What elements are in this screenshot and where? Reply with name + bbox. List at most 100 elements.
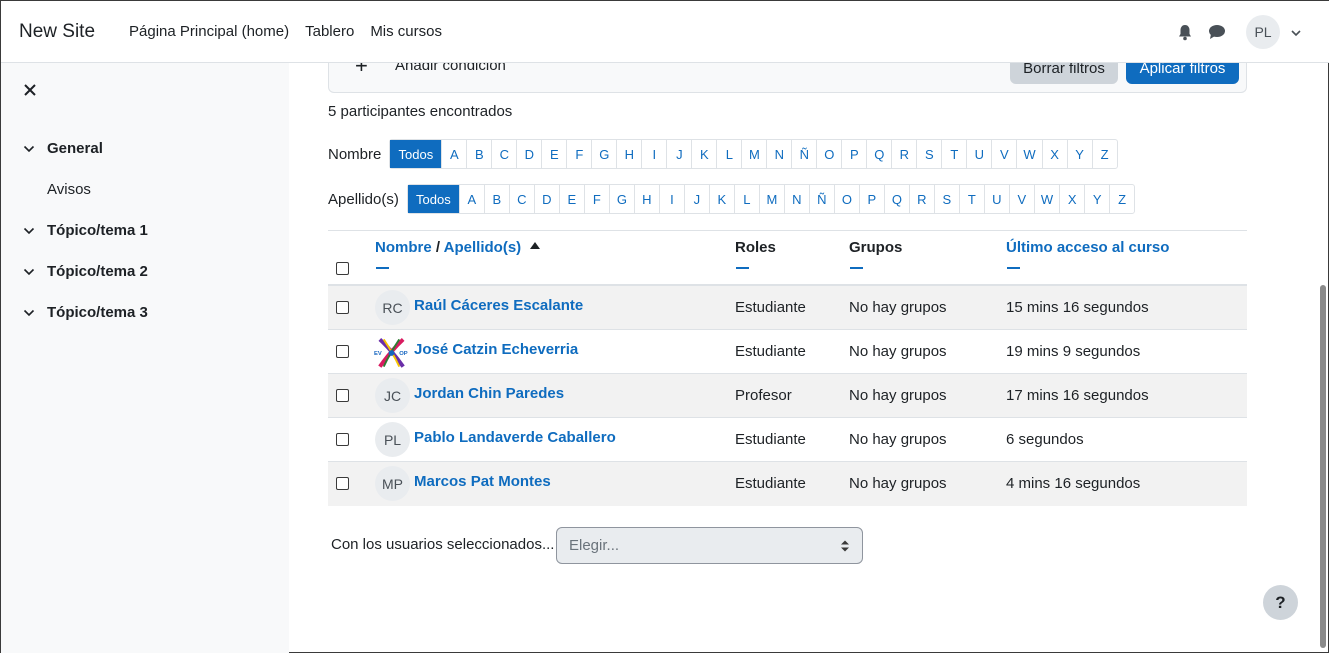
column-header-last-access[interactable]: Último acceso al curso [1006, 239, 1169, 256]
last-name-initial-letter[interactable]: Ñ [808, 185, 834, 213]
role-cell[interactable]: Estudiante [735, 343, 806, 360]
last-name-initial-letter[interactable]: N [783, 185, 809, 213]
last-name-initial-letter[interactable]: D [533, 185, 559, 213]
last-name-initial-all[interactable]: Todos [407, 185, 459, 213]
first-name-initial-letter[interactable]: X [1041, 140, 1067, 168]
last-name-initial-letter[interactable]: Y [1084, 185, 1109, 213]
row-checkbox[interactable] [336, 345, 349, 358]
last-name-initial-letter[interactable]: I [658, 185, 684, 213]
first-name-initial-letter[interactable]: H [616, 140, 641, 168]
first-name-initial-letter[interactable]: V [991, 140, 1016, 168]
participant-name-link[interactable]: Marcos Pat Montes [414, 473, 551, 490]
nav-link-my-courses[interactable]: Mis cursos [370, 23, 442, 40]
page-scrollbar[interactable] [1318, 63, 1326, 653]
help-button[interactable]: ? [1263, 585, 1298, 620]
last-name-initial-letter[interactable]: J [683, 185, 709, 213]
first-name-initial-letter[interactable]: P [841, 140, 866, 168]
drawer-section-general[interactable]: General [23, 140, 103, 157]
last-name-initial-letter[interactable]: B [483, 185, 509, 213]
first-name-initial-letter[interactable]: Y [1066, 140, 1092, 168]
role-cell[interactable]: Estudiante [735, 475, 806, 492]
last-name-initial-letter[interactable]: Q [883, 185, 909, 213]
sort-by-first-name[interactable]: Nombre [375, 239, 432, 256]
first-name-initial-letter[interactable]: N [766, 140, 791, 168]
participant-name-link[interactable]: Pablo Landaverde Caballero [414, 429, 616, 446]
nav-link-home[interactable]: Página Principal (home) [129, 23, 289, 40]
scrollbar-thumb[interactable] [1320, 285, 1326, 648]
first-name-initial-letter[interactable]: E [541, 140, 566, 168]
bell-icon[interactable] [1176, 23, 1194, 41]
first-name-initial-all[interactable]: Todos [390, 140, 442, 168]
first-name-initial-letter[interactable]: K [691, 140, 716, 168]
first-name-initial-letter[interactable]: I [641, 140, 666, 168]
first-name-initial-letter[interactable]: M [741, 140, 766, 168]
last-name-initial-letter[interactable]: P [858, 185, 884, 213]
first-name-initial-letter[interactable]: Q [866, 140, 891, 168]
chat-icon[interactable] [1208, 23, 1226, 41]
user-avatar[interactable]: PL [1246, 15, 1280, 49]
participant-name-link[interactable]: José Catzin Echeverria [414, 341, 578, 358]
first-name-initial-letter[interactable]: D [516, 140, 541, 168]
last-name-initial-letter[interactable]: U [983, 185, 1009, 213]
first-name-initial-letter[interactable]: F [566, 140, 591, 168]
sort-by-last-name[interactable]: Apellido(s) [444, 239, 522, 256]
chevron-down-icon[interactable] [1290, 26, 1302, 38]
bulk-action-select[interactable]: Elegir... [556, 527, 863, 564]
first-name-initial-letter[interactable]: S [916, 140, 941, 168]
last-name-initial-letter[interactable]: S [933, 185, 959, 213]
first-name-initial-letter[interactable]: T [941, 140, 966, 168]
last-name-initial-letter[interactable]: G [608, 185, 634, 213]
close-icon[interactable] [23, 83, 37, 97]
last-name-initial-letter[interactable]: Z [1109, 185, 1134, 213]
row-checkbox[interactable] [336, 477, 349, 490]
drawer-section-topic-2[interactable]: Tópico/tema 2 [23, 263, 148, 280]
first-name-initial-letter[interactable]: Z [1091, 140, 1117, 168]
first-name-initial-letter[interactable]: Ñ [791, 140, 816, 168]
role-cell[interactable]: Profesor [735, 387, 792, 404]
participant-name-link[interactable]: Raúl Cáceres Escalante [414, 297, 583, 314]
first-name-initial-letter[interactable]: B [466, 140, 491, 168]
last-name-initial-letter[interactable]: V [1008, 185, 1034, 213]
first-name-initial-letter[interactable]: L [716, 140, 741, 168]
row-checkbox[interactable] [336, 301, 349, 314]
hide-column-name[interactable] [376, 267, 389, 269]
last-name-initial-letter[interactable]: X [1059, 185, 1084, 213]
last-name-initial-letter[interactable]: H [633, 185, 659, 213]
last-name-initial-letter[interactable]: R [908, 185, 934, 213]
first-name-initial-letter[interactable]: G [591, 140, 616, 168]
first-name-initial-letter[interactable]: O [816, 140, 841, 168]
row-checkbox[interactable] [336, 389, 349, 402]
nav-link-dashboard[interactable]: Tablero [305, 23, 354, 40]
first-name-initial-letter[interactable]: W [1016, 140, 1041, 168]
drawer-section-topic-1[interactable]: Tópico/tema 1 [23, 222, 148, 239]
role-cell[interactable]: Estudiante [735, 299, 806, 316]
role-cell[interactable]: Estudiante [735, 431, 806, 448]
first-name-initial-letter[interactable]: J [666, 140, 691, 168]
select-all-checkbox[interactable] [336, 262, 349, 275]
first-name-initial-letter[interactable]: C [491, 140, 516, 168]
row-checkbox[interactable] [336, 433, 349, 446]
drawer-section-topic-3[interactable]: Tópico/tema 3 [23, 304, 148, 321]
groups-cell: No hay grupos [849, 299, 947, 316]
hide-column-roles[interactable] [736, 267, 749, 269]
last-name-initial-letter[interactable]: T [958, 185, 984, 213]
site-brand[interactable]: New Site [19, 21, 95, 43]
last-name-initial-letter[interactable]: F [583, 185, 609, 213]
last-name-initial-letter[interactable]: O [833, 185, 859, 213]
last-name-initials-label: Apellido(s) [328, 190, 399, 208]
last-name-initial-letter[interactable]: M [758, 185, 784, 213]
last-name-initial-letter[interactable]: L [733, 185, 759, 213]
participant-name-link[interactable]: Jordan Chin Paredes [414, 385, 564, 402]
first-name-initial-letter[interactable]: R [891, 140, 916, 168]
drawer-activity-avisos[interactable]: Avisos [47, 181, 91, 198]
last-name-initial-letter[interactable]: W [1033, 185, 1059, 213]
last-name-initial-letter[interactable]: C [508, 185, 534, 213]
avatar: MP [375, 466, 410, 501]
first-name-initial-letter[interactable]: U [966, 140, 991, 168]
first-name-initial-letter[interactable]: A [441, 140, 466, 168]
hide-column-groups[interactable] [850, 267, 863, 269]
last-name-initial-letter[interactable]: A [458, 185, 484, 213]
hide-column-last-access[interactable] [1007, 267, 1020, 269]
last-name-initial-letter[interactable]: K [708, 185, 734, 213]
last-name-initial-letter[interactable]: E [558, 185, 584, 213]
